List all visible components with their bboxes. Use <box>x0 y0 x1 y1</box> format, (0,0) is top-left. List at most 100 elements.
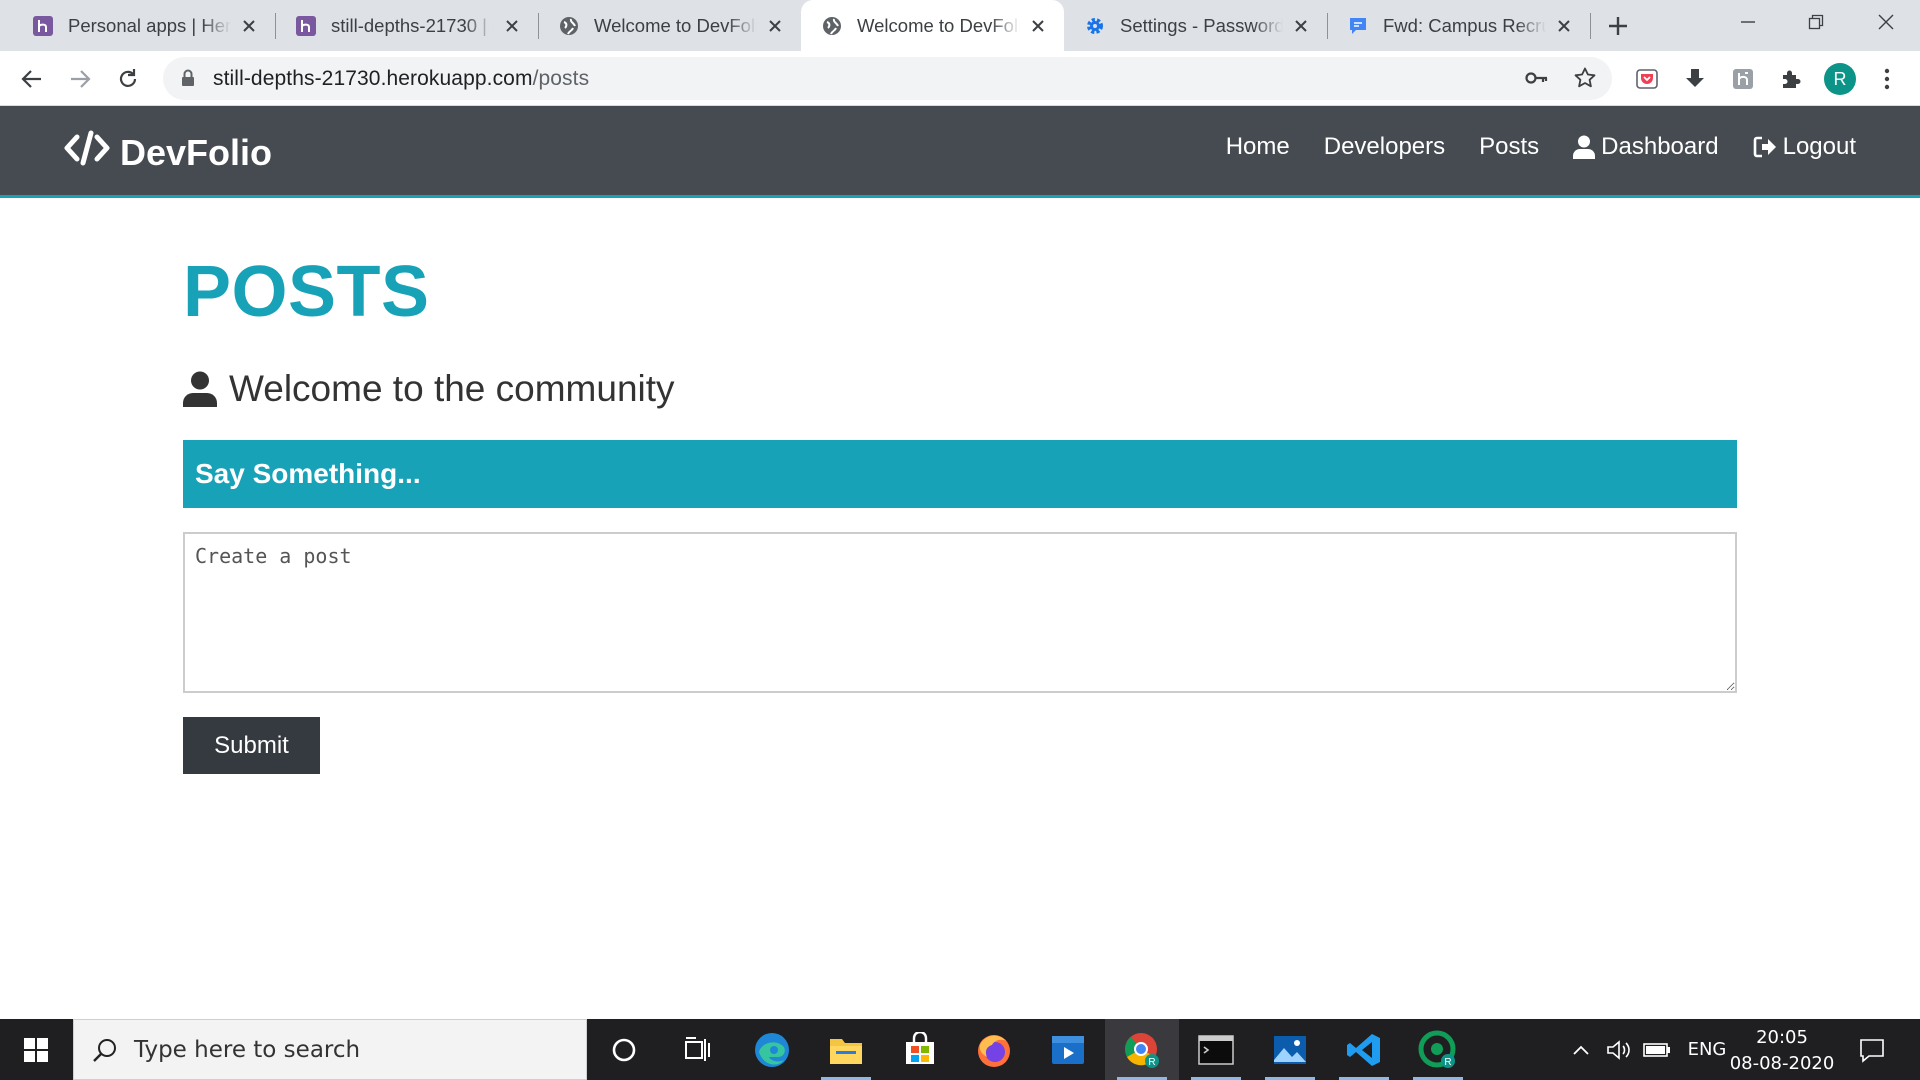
download-icon[interactable] <box>1680 64 1710 94</box>
windows-taskbar: Type here to search R R ENG 20:05 08-08-… <box>0 1019 1920 1080</box>
new-tab-button[interactable] <box>1602 10 1634 42</box>
search-icon <box>93 1038 116 1062</box>
tab-title: Welcome to DevFolio <box>857 14 1020 36</box>
forward-button[interactable] <box>62 61 98 97</box>
pocket-extension-icon[interactable] <box>1632 64 1662 94</box>
store-taskbar-icon[interactable] <box>883 1019 957 1080</box>
back-button[interactable] <box>14 61 50 97</box>
task-view-button[interactable] <box>661 1019 735 1080</box>
sign-out-icon <box>1753 136 1776 158</box>
taskbar-clock[interactable]: 20:05 08-08-2020 <box>1728 1025 1836 1077</box>
terminal-taskbar-icon[interactable] <box>1179 1019 1253 1080</box>
key-icon[interactable] <box>1525 68 1549 93</box>
post-textarea[interactable] <box>183 532 1737 693</box>
tray-chevron-up-icon[interactable] <box>1566 1019 1596 1080</box>
chrome-taskbar-icon[interactable]: R <box>1105 1019 1179 1080</box>
file-explorer-taskbar-icon[interactable] <box>809 1019 883 1080</box>
nav-logout[interactable]: Logout <box>1753 133 1856 161</box>
puzzle-icon[interactable] <box>1776 64 1806 94</box>
user-icon <box>183 371 217 407</box>
url-text[interactable]: still-depths-21730.herokuapp.com/posts <box>213 67 589 91</box>
code-icon <box>64 130 110 175</box>
arrow-right-icon <box>71 70 91 88</box>
close-icon[interactable] <box>1291 16 1311 36</box>
kebab-menu-icon[interactable] <box>1872 64 1902 94</box>
browser-tab-campus-recruitment[interactable]: Fwd: Campus Recruitment <box>1327 0 1590 51</box>
globe-icon <box>821 15 843 37</box>
profile-avatar[interactable]: R <box>1824 63 1856 95</box>
volume-icon[interactable] <box>1604 1019 1634 1080</box>
vscode-taskbar-icon[interactable] <box>1327 1019 1401 1080</box>
nav-home[interactable]: Home <box>1226 133 1290 161</box>
tab-title: Personal apps | Heroku <box>68 14 231 36</box>
taskbar-search[interactable]: Type here to search <box>73 1019 587 1080</box>
tab-title: still-depths-21730 | Heroku <box>331 14 494 36</box>
address-bar[interactable]: still-depths-21730.herokuapp.com/posts <box>163 57 1612 100</box>
browser-tab-settings-passwords[interactable]: Settings - Passwords <box>1064 0 1327 51</box>
plus-icon <box>1609 17 1627 35</box>
heroku-icon <box>295 15 317 37</box>
nav-links: Home Developers Posts Dashboard Logout <box>1192 133 1856 161</box>
start-button[interactable] <box>0 1019 72 1080</box>
close-icon <box>1878 14 1894 30</box>
clock-date: 08-08-2020 <box>1729 1053 1835 1074</box>
close-icon[interactable] <box>239 16 259 36</box>
url-host: still-depths-21730.herokuapp.com <box>213 67 533 90</box>
chrome-profile-taskbar-icon[interactable]: R <box>1401 1019 1475 1080</box>
message-icon <box>1347 15 1369 37</box>
svg-text:R: R <box>1444 1057 1451 1068</box>
close-icon[interactable] <box>502 16 522 36</box>
firefox-taskbar-icon[interactable] <box>957 1019 1031 1080</box>
nav-dashboard[interactable]: Dashboard <box>1573 133 1719 161</box>
heroku-icon <box>32 15 54 37</box>
taskbar-search-placeholder: Type here to search <box>134 1036 361 1063</box>
close-window-button[interactable] <box>1852 0 1920 44</box>
globe-icon <box>558 15 580 37</box>
tab-separator <box>1590 13 1591 39</box>
svg-text:R: R <box>1148 1057 1155 1068</box>
photos-taskbar-icon[interactable] <box>1253 1019 1327 1080</box>
url-path: /posts <box>532 67 590 90</box>
lead-label: Welcome to the community <box>229 368 675 409</box>
extension-icon[interactable] <box>1728 64 1758 94</box>
form-header-title: Say Something... <box>195 458 421 489</box>
battery-icon[interactable] <box>1640 1019 1674 1080</box>
browser-tab-devfolio-active[interactable]: Welcome to DevFolio <box>801 0 1064 51</box>
browser-tab-heroku-apps[interactable]: Personal apps | Heroku <box>12 0 275 51</box>
tab-title: Fwd: Campus Recruitment <box>1383 14 1546 36</box>
minimize-button[interactable] <box>1714 0 1782 44</box>
reload-icon <box>119 69 137 87</box>
task-view-icon <box>685 1036 710 1061</box>
main-content: POSTS Welcome to the community Say Somet… <box>183 198 1737 774</box>
browser-tab-devfolio[interactable]: Welcome to DevFolio <box>538 0 801 51</box>
cortana-button[interactable] <box>587 1019 661 1080</box>
nav-logout-label: Logout <box>1782 133 1856 160</box>
brand-link[interactable]: DevFolio <box>64 130 272 175</box>
browser-tab-heroku-app[interactable]: still-depths-21730 | Heroku <box>275 0 538 51</box>
notifications-icon[interactable] <box>1850 1019 1894 1080</box>
brand-name: DevFolio <box>120 131 273 173</box>
close-icon[interactable] <box>765 16 785 36</box>
restore-icon <box>1808 14 1824 30</box>
arrow-left-icon <box>21 70 41 88</box>
minimize-icon <box>1741 21 1755 23</box>
lock-icon[interactable] <box>181 69 195 92</box>
submit-button[interactable]: Submit <box>183 717 320 774</box>
media-player-taskbar-icon[interactable] <box>1031 1019 1105 1080</box>
page-title: POSTS <box>183 252 430 332</box>
language-indicator[interactable]: ENG <box>1684 1019 1730 1080</box>
close-icon[interactable] <box>1028 16 1048 36</box>
site-navbar: DevFolio Home Developers Posts Dashboard… <box>0 106 1920 198</box>
form-header: Say Something... <box>183 440 1737 508</box>
close-icon[interactable] <box>1554 16 1574 36</box>
browser-toolbar: still-depths-21730.herokuapp.com/posts R <box>0 51 1920 106</box>
nav-posts[interactable]: Posts <box>1479 133 1539 161</box>
star-icon[interactable] <box>1573 66 1597 95</box>
windows-icon <box>24 1037 48 1062</box>
reload-button[interactable] <box>110 61 146 97</box>
restore-button[interactable] <box>1782 0 1850 44</box>
edge-taskbar-icon[interactable] <box>735 1019 809 1080</box>
nav-developers[interactable]: Developers <box>1324 133 1445 161</box>
browser-tab-strip: Personal apps | Heroku still-depths-2173… <box>0 0 1920 51</box>
tab-title: Welcome to DevFolio <box>594 14 757 36</box>
